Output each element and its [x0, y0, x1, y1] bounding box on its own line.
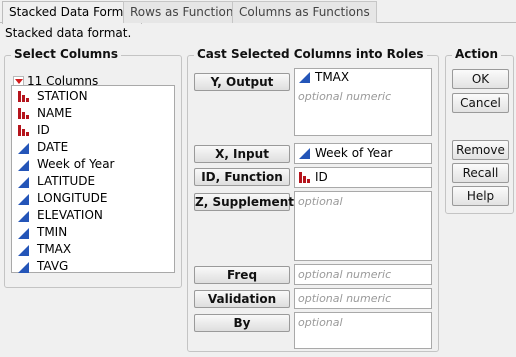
column-list-item[interactable]: TMAX [12, 241, 174, 258]
continuous-icon [299, 72, 310, 83]
column-name: DATE [37, 140, 69, 154]
validation-button[interactable]: Validation [194, 290, 290, 308]
z-supplementary-button[interactable]: Z, Supplementary [194, 193, 316, 211]
continuous-icon [18, 244, 29, 256]
action-title: Action [452, 47, 502, 61]
column-name: NAME [37, 106, 73, 120]
column-list-item[interactable]: TAVG [12, 258, 174, 275]
by-box[interactable]: optional [294, 312, 432, 349]
by-placeholder: optional [298, 316, 343, 329]
y-output-button[interactable]: Y, Output [194, 73, 290, 91]
id-function-button[interactable]: ID, Function [194, 168, 290, 186]
column-name: TMAX [37, 242, 72, 256]
column-list-item[interactable]: ID [12, 122, 174, 139]
freq-placeholder: optional numeric [298, 268, 392, 281]
z-supplementary-placeholder: optional [298, 195, 343, 208]
column-name: ID [37, 123, 50, 137]
cancel-button[interactable]: Cancel [452, 93, 509, 113]
tab-columns-as-functions[interactable]: Columns as Functions [232, 1, 377, 23]
by-button[interactable]: By [194, 314, 290, 332]
nominal-icon [18, 125, 29, 136]
column-list-item[interactable]: STATION [12, 88, 174, 105]
remove-button[interactable]: Remove [452, 140, 509, 160]
continuous-icon [18, 261, 29, 273]
format-description: Stacked data format. [5, 26, 132, 40]
continuous-icon [18, 227, 29, 239]
column-list-item[interactable]: TMIN [12, 224, 174, 241]
x-input-box[interactable]: Week of Year [294, 143, 432, 164]
y-output-placeholder: optional numeric [298, 90, 392, 103]
z-supplementary-box[interactable]: optional [294, 191, 432, 261]
id-function-box[interactable]: ID [294, 167, 432, 188]
column-name: LONGITUDE [37, 191, 108, 205]
tab-rows-as-functions[interactable]: Rows as Functions [123, 1, 247, 23]
y-output-value[interactable]: TMAX [315, 69, 349, 86]
recall-button[interactable]: Recall [452, 163, 509, 183]
x-input-button[interactable]: X, Input [194, 145, 290, 163]
column-name: STATION [37, 89, 88, 103]
nominal-icon [18, 108, 29, 119]
continuous-icon [18, 159, 29, 171]
ok-button[interactable]: OK [452, 69, 509, 89]
continuous-icon [18, 142, 29, 154]
freq-box[interactable]: optional numeric [294, 264, 432, 285]
x-input-value[interactable]: Week of Year [315, 145, 392, 162]
y-output-box[interactable]: TMAX optional numeric [294, 68, 432, 136]
column-name: TAVG [37, 259, 69, 273]
column-list-item[interactable]: NAME [12, 105, 174, 122]
select-columns-title: Select Columns [11, 47, 121, 61]
roles-title: Cast Selected Columns into Roles [194, 47, 427, 61]
column-name: ELEVATION [37, 208, 103, 222]
nominal-icon [299, 172, 310, 183]
column-list-item[interactable]: Week of Year [12, 156, 174, 173]
id-function-value[interactable]: ID [315, 169, 328, 186]
validation-box[interactable]: optional numeric [294, 288, 432, 309]
continuous-icon [18, 193, 29, 205]
column-name: LATITUDE [37, 174, 96, 188]
continuous-icon [18, 210, 29, 222]
freq-button[interactable]: Freq [194, 266, 290, 284]
column-list-item[interactable]: DATE [12, 139, 174, 156]
continuous-icon [299, 148, 310, 159]
tab-bar: Stacked Data Format Rows as Functions Co… [0, 0, 516, 24]
help-button[interactable]: Help [452, 186, 509, 206]
column-name: TMIN [37, 225, 68, 239]
column-list-item[interactable]: LATITUDE [12, 173, 174, 190]
column-name: Week of Year [37, 157, 115, 171]
column-list[interactable]: STATION NAME ID DATE Week of Year LATITUDE LON… [11, 85, 175, 273]
column-list-item[interactable]: LONGITUDE [12, 190, 174, 207]
validation-placeholder: optional numeric [298, 292, 392, 305]
column-list-item[interactable]: ELEVATION [12, 207, 174, 224]
tab-stacked-data-format[interactable]: Stacked Data Format [2, 1, 143, 24]
nominal-icon [18, 91, 29, 102]
continuous-icon [18, 176, 29, 188]
